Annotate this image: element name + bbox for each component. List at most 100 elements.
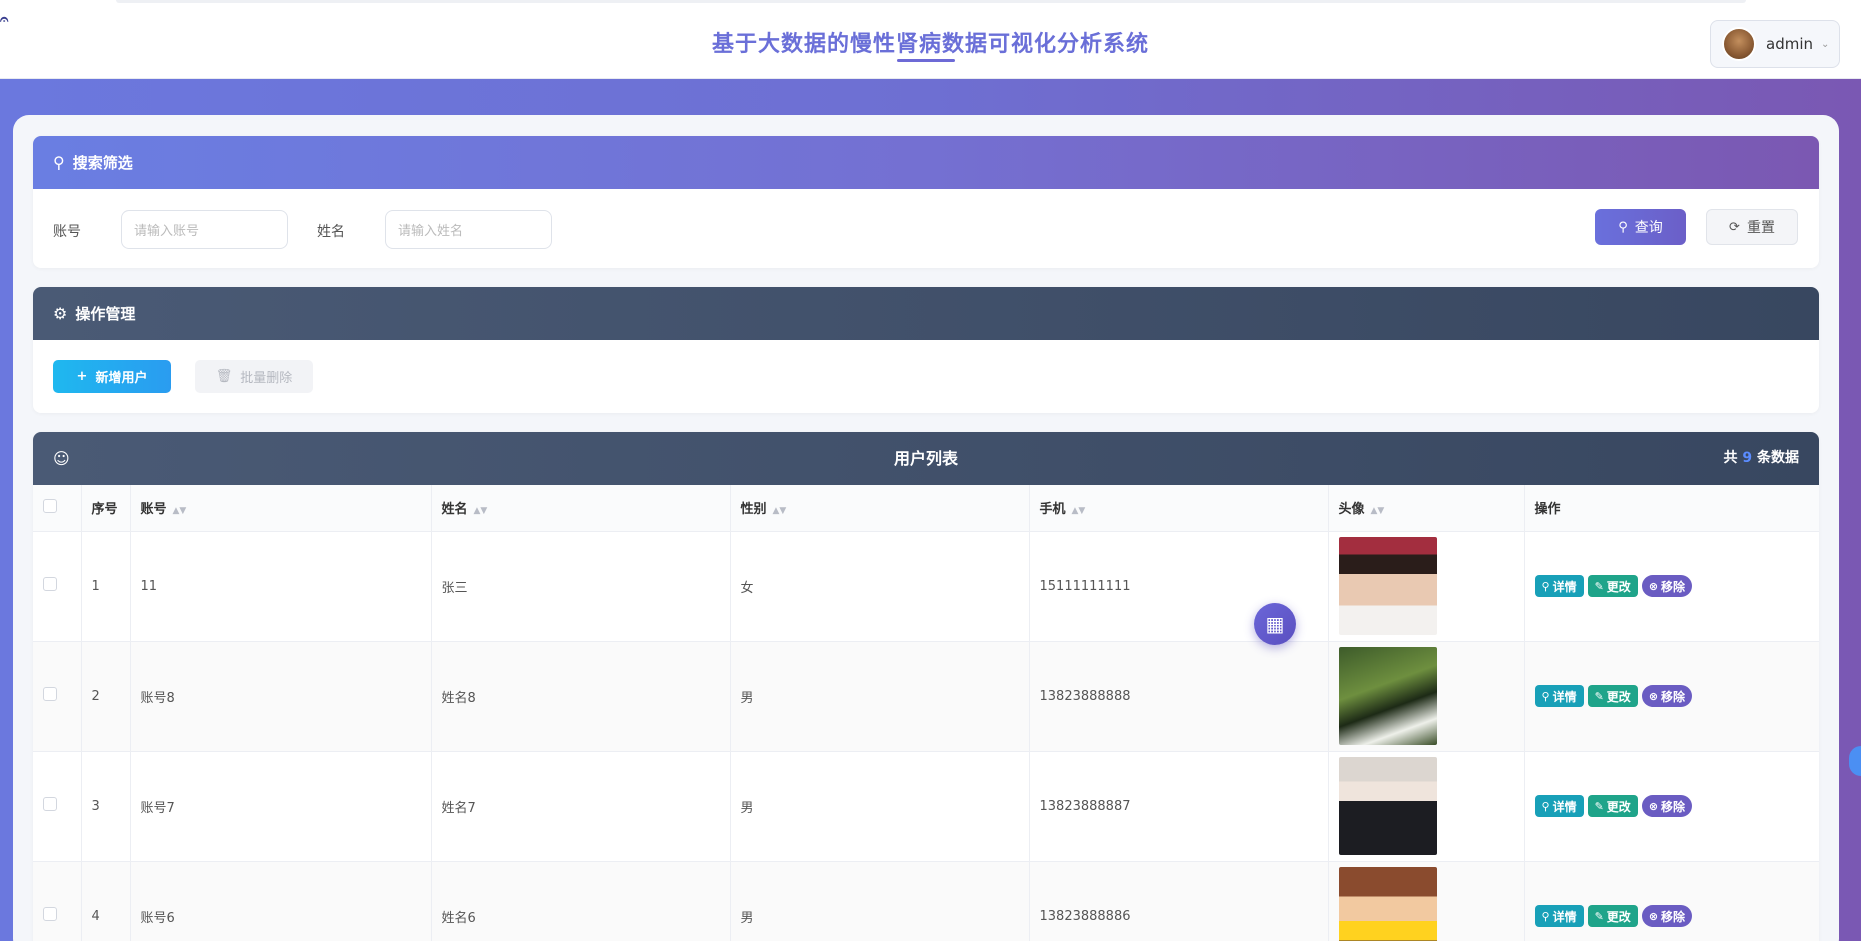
user-list-card: ☺ 用户列表 共 9 条数据 序号 账号 ▲▼ 姓名 ▲▼ 性别 ▲▼ 手机 ▲▼ 头像…	[33, 432, 1819, 941]
column-header-index: 序号	[81, 485, 131, 532]
user-table: 序号 账号 ▲▼ 姓名 ▲▼ 性别 ▲▼ 手机 ▲▼ 头像 ▲▼ 操作 1 11 张三 女…	[33, 485, 1819, 941]
search-icon: ⚲	[1541, 579, 1550, 593]
detail-button[interactable]: ⚲ 详情	[1534, 905, 1584, 927]
row-checkbox[interactable]	[43, 687, 57, 701]
batch-delete-label: 批量删除	[240, 371, 293, 386]
search-icon: ⚲	[1618, 219, 1628, 235]
gear-icon: ⚙	[53, 304, 68, 323]
name-input[interactable]: 请输入姓名	[385, 210, 552, 249]
cell-name: 姓名8	[431, 641, 731, 752]
query-button-label: 查询	[1634, 220, 1663, 236]
avatar	[1722, 27, 1756, 61]
table-row: 3 账号7 姓名7 男 13823888887 ⚲ 详情 ✎ 更改 ⊗ 移除	[33, 751, 1819, 862]
add-user-label: 新增用户	[95, 371, 148, 386]
remove-button[interactable]: ⊗ 移除	[1641, 905, 1693, 927]
chevron-down-icon: ⌄	[1821, 38, 1830, 50]
row-checkbox[interactable]	[43, 907, 57, 921]
row-actions: ⚲ 详情 ✎ 更改 ⊗ 移除	[1534, 795, 1819, 817]
trash-icon: 🗑	[215, 369, 233, 384]
cell-account: 11	[130, 531, 432, 642]
query-button[interactable]: ⚲ 查询	[1595, 209, 1686, 245]
edit-button[interactable]: ✎ 更改	[1587, 795, 1638, 817]
cell-index: 3	[81, 751, 131, 862]
add-user-button[interactable]: + 新增用户	[53, 360, 171, 393]
sort-icon[interactable]: ▲▼	[173, 506, 187, 516]
remove-button[interactable]: ⊗ 移除	[1641, 575, 1693, 597]
cell-name: 姓名6	[431, 861, 731, 941]
remove-button[interactable]: ⊗ 移除	[1641, 685, 1693, 707]
row-checkbox[interactable]	[43, 797, 57, 811]
reset-button-label: 重置	[1746, 220, 1775, 236]
sort-icon[interactable]: ▲▼	[1371, 506, 1385, 516]
reset-button[interactable]: ⟳ 重置	[1706, 209, 1798, 245]
record-count: 共 9 条数据	[1724, 432, 1800, 485]
column-header-avatar[interactable]: 头像 ▲▼	[1328, 485, 1525, 532]
top-bar: 𝄐 基于大数据的慢性肾病数据可视化分析系统 admin ⌄	[0, 0, 1861, 79]
cell-gender: 男	[730, 641, 1030, 752]
account-input[interactable]: 请输入账号	[121, 210, 288, 249]
search-icon: ⚲	[53, 153, 65, 172]
sort-icon[interactable]: ▲▼	[773, 506, 787, 516]
cell-actions: ⚲ 详情 ✎ 更改 ⊗ 移除	[1524, 751, 1819, 862]
remove-button[interactable]: ⊗ 移除	[1641, 795, 1693, 817]
cell-avatar	[1328, 531, 1525, 642]
floating-menu-button[interactable]: ▦	[1254, 603, 1296, 645]
select-all-checkbox[interactable]	[43, 498, 57, 513]
sort-icon[interactable]: ▲▼	[1072, 506, 1086, 516]
detail-button[interactable]: ⚲ 详情	[1534, 685, 1584, 707]
cell-avatar	[1328, 751, 1525, 862]
sort-icon[interactable]: ▲▼	[474, 506, 488, 516]
cell-index: 1	[81, 531, 131, 642]
batch-delete-button[interactable]: 🗑 批量删除	[195, 360, 313, 393]
grid-icon: ▦	[1265, 612, 1285, 636]
row-select-cell[interactable]	[33, 531, 82, 642]
cell-actions: ⚲ 详情 ✎ 更改 ⊗ 移除	[1524, 641, 1819, 752]
column-header-actions: 操作	[1524, 485, 1819, 532]
name-label: 姓名	[317, 224, 345, 240]
cell-avatar	[1328, 861, 1525, 941]
plus-icon: +	[76, 369, 88, 384]
detail-button[interactable]: ⚲ 详情	[1534, 795, 1584, 817]
account-label: 账号	[53, 224, 81, 240]
edit-button[interactable]: ✎ 更改	[1587, 905, 1638, 927]
edit-button[interactable]: ✎ 更改	[1587, 575, 1638, 597]
row-select-cell[interactable]	[33, 861, 82, 941]
column-header-phone[interactable]: 手机 ▲▼	[1029, 485, 1329, 532]
row-checkbox[interactable]	[43, 577, 57, 591]
side-drawer-handle[interactable]	[1849, 746, 1861, 776]
cell-index: 4	[81, 861, 131, 941]
pencil-icon: ✎	[1594, 799, 1604, 813]
cell-gender: 女	[730, 531, 1030, 642]
row-select-cell[interactable]	[33, 751, 82, 862]
select-all-cell[interactable]	[33, 485, 82, 532]
search-card-title: 搜索筛选	[72, 154, 133, 172]
circle-x-icon: ⊗	[1648, 579, 1659, 593]
column-header-gender[interactable]: 性别 ▲▼	[730, 485, 1030, 532]
refresh-icon: ⟳	[1729, 219, 1740, 235]
cell-gender: 男	[730, 751, 1030, 862]
operations-card: ⚙ 操作管理 + 新增用户 🗑 批量删除	[33, 287, 1819, 413]
user-photo[interactable]	[1338, 647, 1437, 745]
circle-x-icon: ⊗	[1648, 689, 1659, 703]
column-header-name[interactable]: 姓名 ▲▼	[431, 485, 731, 532]
user-photo[interactable]	[1338, 757, 1437, 855]
row-select-cell[interactable]	[33, 641, 82, 752]
circle-x-icon: ⊗	[1648, 799, 1659, 813]
table-row: 1 11 张三 女 15111111111 ⚲ 详情 ✎ 更改 ⊗ 移除	[33, 531, 1819, 642]
pencil-icon: ✎	[1594, 909, 1604, 923]
pencil-icon: ✎	[1594, 579, 1604, 593]
cell-account: 账号7	[130, 751, 432, 862]
cell-actions: ⚲ 详情 ✎ 更改 ⊗ 移除	[1524, 531, 1819, 642]
user-name: admin	[1766, 35, 1813, 53]
column-header-account[interactable]: 账号 ▲▼	[130, 485, 432, 532]
user-photo[interactable]	[1338, 537, 1437, 635]
cell-index: 2	[81, 641, 131, 752]
row-actions: ⚲ 详情 ✎ 更改 ⊗ 移除	[1534, 575, 1819, 597]
user-menu[interactable]: admin ⌄	[1710, 20, 1840, 68]
detail-button[interactable]: ⚲ 详情	[1534, 575, 1584, 597]
user-photo[interactable]	[1338, 867, 1437, 941]
operations-card-title: 操作管理	[75, 305, 136, 323]
edit-button[interactable]: ✎ 更改	[1587, 685, 1638, 707]
cell-name: 姓名7	[431, 751, 731, 862]
cell-account: 账号6	[130, 861, 432, 941]
